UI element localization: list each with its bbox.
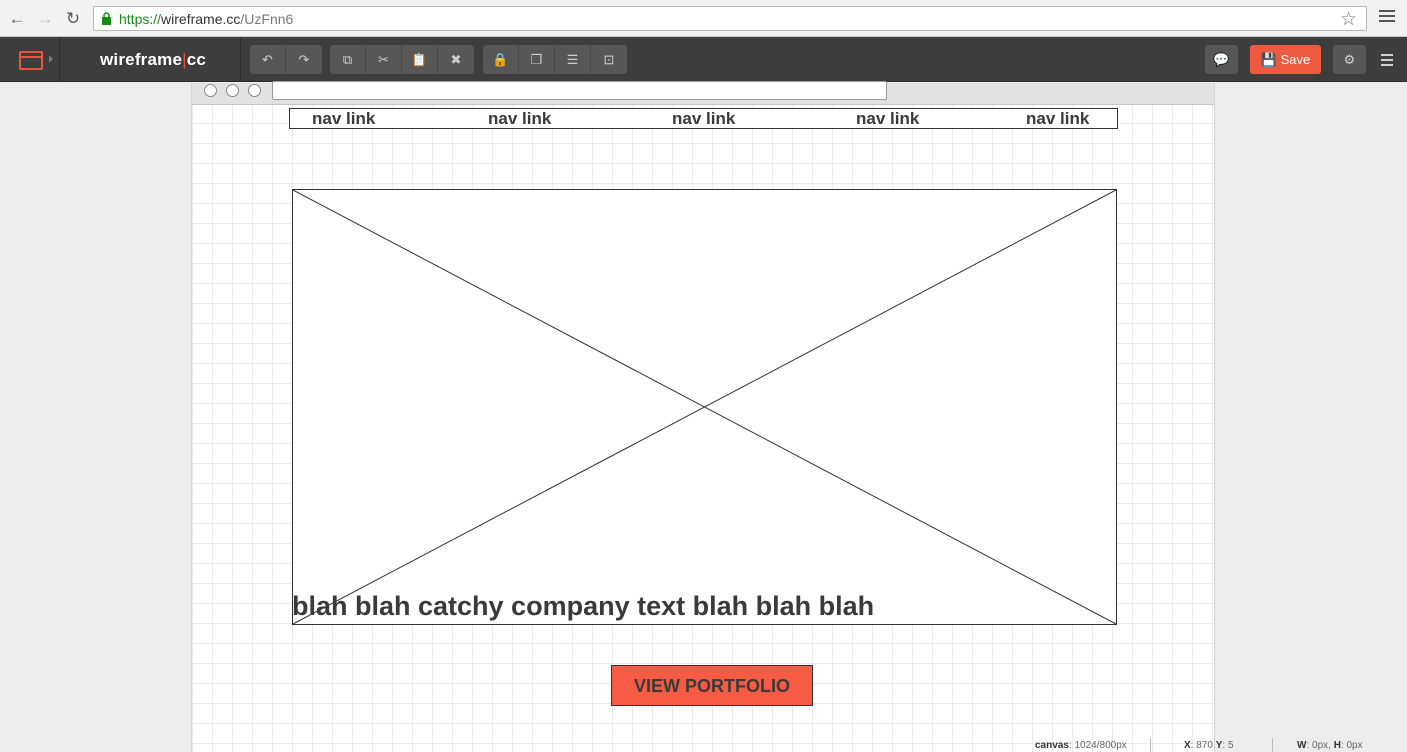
wf-view-portfolio-button[interactable]: VIEW PORTFOLIO <box>611 665 813 706</box>
wf-headline[interactable]: blah blah catchy company text blah blah … <box>292 591 874 622</box>
status-h-value: 0px <box>1346 740 1363 751</box>
status-y-value: 5 <box>1227 740 1234 751</box>
app-window-icon[interactable] <box>19 51 43 70</box>
status-canvas-value: 1024/800px <box>1074 740 1127 751</box>
reload-icon[interactable]: ↻ <box>63 9 83 29</box>
arrange-icon[interactable]: ❐ <box>519 45 555 74</box>
lock-element-icon[interactable]: 🔒 <box>483 45 519 74</box>
wf-image-placeholder[interactable] <box>292 189 1117 625</box>
browser-chrome: ← → ↻ https://wireframe.cc/UzFnn6 ☆ <box>0 0 1407 37</box>
wireframe-canvas[interactable]: nav link nav link nav link nav link nav … <box>191 81 1215 752</box>
wf-nav-link[interactable]: nav link <box>672 109 735 129</box>
save-button[interactable]: 💾 Save <box>1250 45 1321 74</box>
status-dimensions: W: 0px, H: 0px <box>1297 740 1363 751</box>
url-scheme: https:// <box>119 11 162 27</box>
history-group: ↶ ↷ <box>250 45 322 74</box>
wf-nav-link[interactable]: nav link <box>488 109 551 129</box>
toolbar-divider <box>240 37 241 82</box>
url-path: /UzFnn6 <box>240 11 294 27</box>
wf-window-dot <box>226 84 239 97</box>
toolbar-divider <box>59 37 60 82</box>
wf-browser-titlebar[interactable] <box>192 81 1214 105</box>
status-canvas-size: canvas: 1024/800px <box>1035 740 1127 751</box>
save-icon: 💾 <box>1260 52 1277 67</box>
logo-text-right: cc <box>186 50 207 69</box>
bookmark-star-icon[interactable]: ☆ <box>1340 8 1357 31</box>
app-toolbar: wireframe|cc ↶ ↷ ⧉ ✂ 📋 ✖ 🔒 ❐ ☰ ⊡ 💬 💾 Sav… <box>0 37 1407 82</box>
status-x-value: 870 <box>1196 740 1213 751</box>
address-bar[interactable]: https://wireframe.cc/UzFnn6 ☆ <box>93 6 1367 31</box>
app-menu-arrow-icon[interactable] <box>49 55 53 63</box>
app-logo: wireframe|cc <box>100 50 206 70</box>
browser-menu-icon[interactable] <box>1379 10 1395 26</box>
clipboard-group: ⧉ ✂ 📋 ✖ <box>330 45 474 74</box>
back-arrow-icon[interactable]: ← <box>7 9 27 29</box>
url-text: https://wireframe.cc/UzFnn6 <box>119 11 293 27</box>
wf-nav-link[interactable]: nav link <box>856 109 919 129</box>
status-divider <box>1150 738 1151 752</box>
status-y-label: Y <box>1215 740 1223 751</box>
status-canvas-label: canvas <box>1035 740 1069 751</box>
app-menu-icon[interactable] <box>1381 54 1393 69</box>
wf-nav-link[interactable]: nav link <box>1026 109 1089 129</box>
settings-icon[interactable]: ⚙ <box>1333 45 1366 74</box>
status-w-label: W <box>1297 740 1307 751</box>
undo-icon[interactable]: ↶ <box>250 45 286 74</box>
forward-arrow-icon[interactable]: → <box>35 9 55 29</box>
group-icon[interactable]: ⊡ <box>591 45 627 74</box>
status-coordinates: X: 870 Y: 5 <box>1184 740 1234 751</box>
status-w-value: 0px <box>1312 740 1329 751</box>
align-icon[interactable]: ☰ <box>555 45 591 74</box>
save-label: Save <box>1280 52 1311 67</box>
wf-address-bar[interactable] <box>272 81 887 100</box>
wf-nav-link[interactable]: nav link <box>312 109 375 129</box>
lock-icon <box>102 12 111 25</box>
image-placeholder-cross-icon <box>293 190 1116 624</box>
status-h-label: H <box>1333 740 1341 751</box>
wf-navbar[interactable]: nav link nav link nav link nav link nav … <box>289 108 1118 129</box>
redo-icon[interactable]: ↷ <box>286 45 322 74</box>
url-host: wireframe.cc <box>161 11 241 27</box>
cut-icon[interactable]: ✂ <box>366 45 402 74</box>
comment-icon[interactable]: 💬 <box>1205 45 1238 74</box>
logo-text-left: wireframe <box>100 50 183 69</box>
delete-icon[interactable]: ✖ <box>438 45 474 74</box>
status-x-label: X <box>1184 740 1191 751</box>
paste-icon[interactable]: 📋 <box>402 45 438 74</box>
wf-window-dot <box>204 84 217 97</box>
copy-icon[interactable]: ⧉ <box>330 45 366 74</box>
arrange-group: 🔒 ❐ ☰ ⊡ <box>483 45 627 74</box>
wf-window-dot <box>248 84 261 97</box>
status-divider <box>1272 738 1273 752</box>
